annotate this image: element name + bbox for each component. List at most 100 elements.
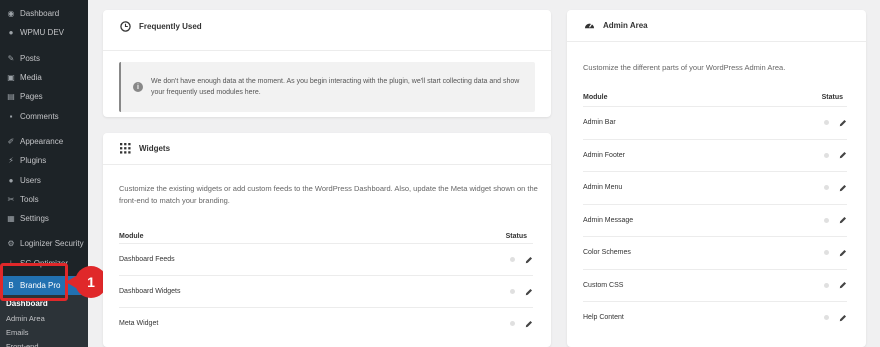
module-name: Admin Message [583, 216, 634, 224]
submenu-item-front-end[interactable]: Front-end [0, 339, 88, 347]
edit-pencil-icon[interactable] [525, 256, 533, 264]
table-row: Help Content [583, 301, 847, 334]
column-module: Module [119, 233, 144, 240]
status-dot-icon [824, 250, 829, 256]
status-cell [824, 314, 847, 322]
brush-icon: ✐ [7, 136, 15, 146]
sidebar-item-media[interactable]: ▣ Media [0, 68, 88, 87]
sidebar-item-loginizer-security[interactable]: ⚙ Loginizer Security [0, 234, 88, 253]
column-status: Status [505, 233, 527, 240]
status-cell [824, 151, 847, 159]
sidebar-item-label: Users [20, 175, 41, 185]
table-row: Custom CSS [583, 268, 847, 302]
sidebar-item-label: Loginizer Security [20, 239, 84, 249]
comments-icon: ▪ [9, 111, 13, 121]
module-name: Meta Widget [119, 320, 159, 327]
sidebar-item-posts[interactable]: ✎ Posts [0, 49, 88, 68]
table-row: Admin Message [583, 203, 847, 237]
status-cell [510, 256, 533, 264]
sidebar-item-pages[interactable]: ▤ Pages [0, 87, 88, 106]
edit-pencil-icon[interactable] [839, 184, 847, 192]
sidebar-item-plugins[interactable]: ⚡ Plugins [0, 151, 88, 170]
module-name: Dashboard Widgets [119, 288, 181, 295]
submenu-item-admin-area[interactable]: Admin Area [0, 311, 88, 326]
sidebar-item-label: Appearance [20, 136, 64, 146]
table-row: Dashboard Widgets [119, 275, 533, 307]
status-dot-icon [510, 289, 515, 294]
widgets-card: Widgets Customize the existing widgets o… [103, 133, 551, 347]
module-name: Color Schemes [583, 249, 631, 257]
module-name: Admin Menu [583, 184, 623, 192]
table-row: Meta Widget [119, 307, 533, 339]
sidebar-item-label: Posts [20, 53, 41, 63]
sidebar-item-comments[interactable]: ▪ Comments [0, 106, 88, 125]
card-title: Widgets [139, 144, 171, 153]
sidebar-item-label: Tools [20, 194, 39, 204]
sidebar-item-settings[interactable]: ▦ Settings [0, 209, 88, 228]
edit-pencil-icon[interactable] [839, 216, 847, 224]
dashboard-icon: ◉ [7, 9, 15, 19]
info-icon: i [133, 82, 143, 92]
edit-pencil-icon[interactable] [839, 314, 847, 322]
status-cell [824, 281, 847, 289]
sidebar-item-label: WPMU DEV [20, 28, 64, 38]
status-dot-icon [824, 282, 829, 288]
module-name: Admin Bar [583, 119, 616, 127]
edit-pencil-icon[interactable] [839, 249, 847, 257]
gear-icon: ⚙ [7, 239, 15, 249]
card-title: Admin Area [603, 21, 648, 30]
highlight-box [0, 263, 68, 301]
sidebar-item-appearance[interactable]: ✐ Appearance [0, 132, 88, 151]
status-dot-icon [824, 315, 829, 321]
status-dot-icon [824, 120, 829, 126]
sidebar-item-label: Settings [20, 214, 49, 224]
table-row: Admin Bar [583, 106, 847, 139]
module-name: Dashboard Feeds [119, 256, 175, 263]
sidebar-item-label: Plugins [20, 156, 47, 166]
status-cell [510, 288, 533, 296]
status-dot-icon [824, 217, 829, 223]
sidebar-item-wpmu-dev[interactable]: ● WPMU DEV [0, 23, 88, 42]
status-cell [824, 119, 847, 127]
sidebar-item-tools[interactable]: ✂ Tools [0, 190, 88, 209]
sidebar-item-dashboard[interactable]: ◉ Dashboard [0, 4, 88, 23]
sidebar-item-label: Pages [20, 92, 43, 102]
module-name: Help Content [583, 314, 624, 322]
module-name: Custom CSS [583, 281, 624, 289]
status-dot-icon [824, 152, 829, 158]
wrench-icon: ✂ [7, 194, 15, 204]
table-row: Color Schemes [583, 236, 847, 269]
clock-icon [119, 20, 131, 32]
media-icon: ▣ [7, 73, 15, 83]
status-cell [824, 216, 847, 224]
edit-pencil-icon[interactable] [525, 288, 533, 296]
table-header: Module Status [583, 94, 843, 101]
card-description: Customize the different parts of your Wo… [583, 63, 786, 72]
column-module: Module [583, 94, 608, 101]
sidebar-item-label: Dashboard [20, 9, 60, 19]
info-notice: i We don't have enough data at the momen… [119, 62, 535, 112]
sidebar-item-label: Comments [20, 111, 59, 121]
status-cell [510, 320, 533, 328]
admin-area-card: Admin Area Customize the different parts… [567, 10, 866, 347]
plug-icon: ⚡ [8, 156, 14, 166]
module-name: Admin Footer [583, 151, 626, 159]
status-cell [824, 249, 847, 257]
edit-pencil-icon[interactable] [525, 320, 533, 328]
edit-pencil-icon[interactable] [839, 151, 847, 159]
wpmudev-icon: ● [8, 28, 14, 38]
settings-icon: ▦ [7, 214, 15, 224]
status-dot-icon [824, 185, 829, 191]
sidebar-item-users[interactable]: ● Users [0, 170, 88, 189]
card-title: Frequently Used [139, 21, 202, 31]
pin-icon: ✎ [7, 53, 15, 63]
submenu-item-emails[interactable]: Emails [0, 325, 88, 340]
dashboard-icon [583, 20, 595, 32]
table-header: Module Status [119, 233, 527, 240]
table-row: Dashboard Feeds [119, 243, 533, 275]
edit-pencil-icon[interactable] [839, 281, 847, 289]
edit-pencil-icon[interactable] [839, 119, 847, 127]
pages-icon: ▤ [7, 92, 15, 102]
sidebar-item-label: Media [20, 73, 42, 83]
status-cell [824, 184, 847, 192]
